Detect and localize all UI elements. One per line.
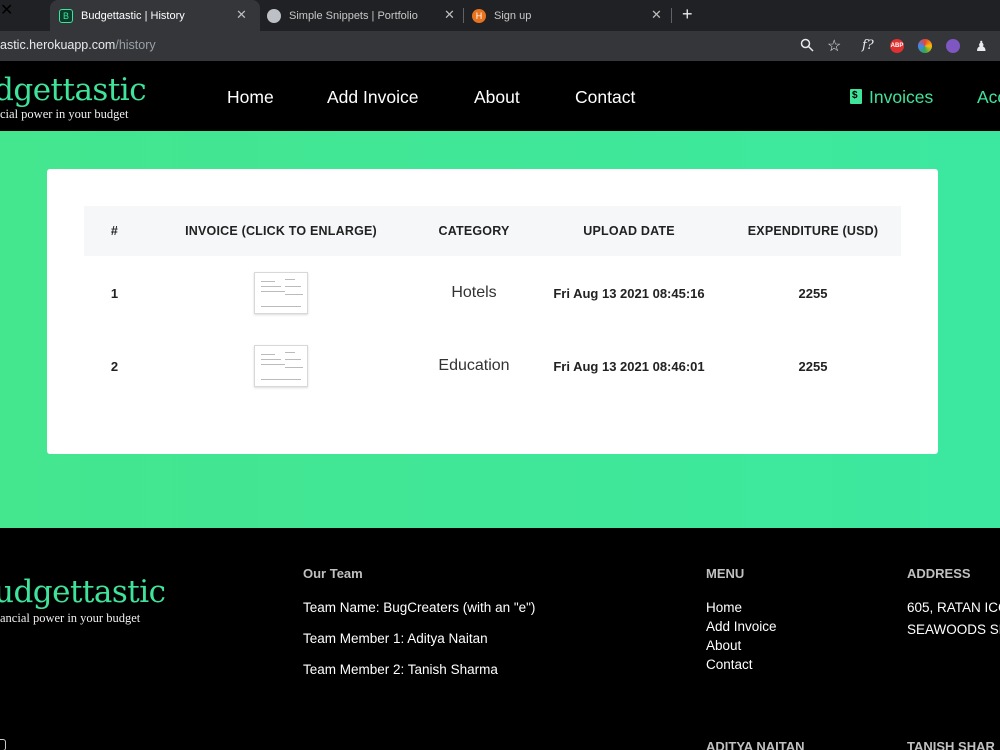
footer-link-add-invoice[interactable]: Add Invoice xyxy=(706,619,777,634)
row-number: 1 xyxy=(110,286,119,301)
table-row: 1 Hotels Fri Aug 13 2021 08:45:16 2255 xyxy=(84,258,901,328)
tab-title: Simple Snippets | Portfolio xyxy=(289,9,418,22)
tab-separator xyxy=(463,8,464,23)
footer-address-line-2: SEAWOODS SE xyxy=(907,622,1000,637)
nav-account[interactable]: Acc xyxy=(977,87,1000,108)
invoice-thumbnail[interactable] xyxy=(254,272,308,314)
orange-logo-icon: H xyxy=(472,8,486,23)
close-tab-icon[interactable]: ✕ xyxy=(444,7,455,23)
brand-logo[interactable]: dgettastic xyxy=(0,72,147,108)
url-path: /history xyxy=(115,38,156,52)
invoice-file-icon xyxy=(850,89,862,104)
footer-link-home[interactable]: Home xyxy=(706,600,742,615)
footer-menu-heading: MENU xyxy=(706,566,745,581)
invoice-thumbnail[interactable] xyxy=(254,345,308,387)
footer-brand-tagline: ancial power in your budget xyxy=(0,611,141,625)
close-tab-icon[interactable]: ✕ xyxy=(236,7,247,23)
row-number: 2 xyxy=(110,359,119,374)
nav-invoices-label: Invoices xyxy=(869,87,934,107)
header-number: # xyxy=(110,224,119,238)
nav-contact[interactable]: Contact xyxy=(575,87,635,108)
tab-title: Budgettastic | History xyxy=(81,9,185,22)
address-bar: astic.herokuapp.com/history ☆ f? ABP ♟ xyxy=(0,31,1000,61)
footer-aditya-heading: ADITYA NAITAN xyxy=(706,739,805,750)
site-footer: udgettastic ancial power in your budget … xyxy=(0,528,1000,750)
bookmark-star-icon[interactable]: ☆ xyxy=(827,36,841,56)
footer-team-member-2: Team Member 2: Tanish Sharma xyxy=(303,662,498,677)
tab-separator xyxy=(671,8,672,23)
row-expenditure: 2255 xyxy=(798,359,828,374)
row-upload-date: Fri Aug 13 2021 08:46:01 xyxy=(553,359,705,374)
history-section: # INVOICE (CLICK TO ENLARGE) CATEGORY UP… xyxy=(0,131,1000,528)
header-upload-date: UPLOAD DATE xyxy=(583,224,675,238)
row-expenditure: 2255 xyxy=(798,286,828,301)
row-category: Hotels xyxy=(451,284,497,301)
footer-brand-logo: udgettastic xyxy=(0,574,166,610)
header-expenditure: EXPENDITURE (USD) xyxy=(747,224,879,238)
adblock-extension-icon[interactable]: ABP xyxy=(890,39,904,53)
footer-address-line-1: 605, RATAN ICC xyxy=(907,600,1000,615)
nav-invoices[interactable]: Invoices xyxy=(850,87,933,108)
tab-simple-snippets[interactable]: Simple Snippets | Portfolio ✕ xyxy=(260,0,465,31)
footer-team-name: Team Name: BugCreaters (with an "e") xyxy=(303,600,536,615)
footer-address-heading: ADDRESS xyxy=(907,566,971,581)
footer-link-contact[interactable]: Contact xyxy=(706,657,753,672)
url-field[interactable]: astic.herokuapp.com/history xyxy=(0,38,156,52)
close-tab-icon[interactable]: ✕ xyxy=(0,2,13,19)
row-upload-date: Fri Aug 13 2021 08:45:16 xyxy=(553,286,705,301)
new-tab-icon[interactable]: + xyxy=(682,4,693,25)
header-category: CATEGORY xyxy=(438,224,510,238)
nav-add-invoice[interactable]: Add Invoice xyxy=(327,87,418,108)
instagram-icon[interactable] xyxy=(0,739,6,750)
table-header: # INVOICE (CLICK TO ENLARGE) CATEGORY UP… xyxy=(84,206,901,256)
footer-link-about[interactable]: About xyxy=(706,638,741,653)
site-navbar: dgettastic cial power in your budget Hom… xyxy=(0,61,1000,131)
footer-team-heading: Our Team xyxy=(303,566,363,581)
formula-extension-icon[interactable]: f? xyxy=(862,38,874,53)
row-category: Education xyxy=(438,357,510,374)
budgettastic-favicon-icon: B xyxy=(59,8,73,23)
tab-sign-up[interactable]: H Sign up ✕ xyxy=(465,0,670,31)
zoom-icon[interactable] xyxy=(800,38,814,55)
color-extension-icon[interactable] xyxy=(918,39,932,53)
browser-tab-bar: ✕ B Budgettastic | History ✕ Simple Snip… xyxy=(0,0,1000,31)
url-host: astic.herokuapp.com xyxy=(0,38,116,52)
tab-budgettastic[interactable]: B Budgettastic | History ✕ xyxy=(50,0,260,31)
tab-title: Sign up xyxy=(494,9,532,22)
table-row: 2 Education Fri Aug 13 2021 08:46:01 225… xyxy=(84,331,901,401)
invoice-history-card: # INVOICE (CLICK TO ENLARGE) CATEGORY UP… xyxy=(47,169,938,454)
close-tab-icon[interactable]: ✕ xyxy=(651,7,662,23)
header-invoice: INVOICE (CLICK TO ENLARGE) xyxy=(185,224,377,238)
footer-tanish-heading: TANISH SHAR xyxy=(907,739,995,750)
globe-icon xyxy=(267,8,281,23)
nav-about[interactable]: About xyxy=(474,87,520,108)
brand-tagline: cial power in your budget xyxy=(0,107,129,121)
layers-extension-icon[interactable] xyxy=(946,39,960,53)
footer-team-member-1: Team Member 1: Aditya Naitan xyxy=(303,631,488,646)
nav-home[interactable]: Home xyxy=(227,87,274,108)
puzzle-extension-icon[interactable]: ♟ xyxy=(975,38,988,55)
